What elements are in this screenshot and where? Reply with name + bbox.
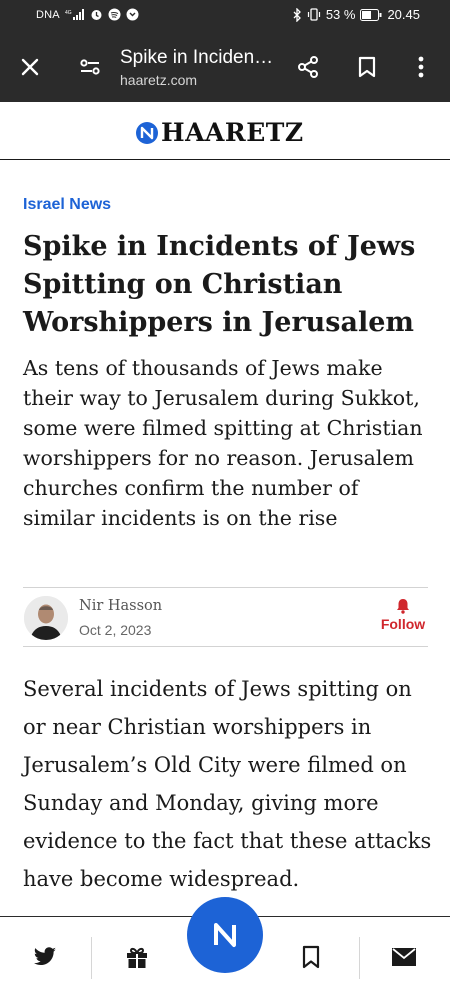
publish-date: Oct 2, 2023 (79, 622, 152, 638)
haaretz-home-button[interactable] (187, 897, 263, 973)
share-icon (298, 56, 318, 78)
page-url: haaretz.com (120, 72, 198, 88)
twitter-icon (33, 947, 56, 965)
gift-article-button[interactable] (117, 937, 157, 977)
share-button[interactable] (288, 32, 328, 102)
article-headline: Spike in Incidents of Jews Spitting on C… (23, 231, 416, 338)
bottom-action-bar (0, 897, 450, 1000)
site-header: HAARETZ (0, 102, 450, 160)
battery-percent: 53 % (325, 7, 356, 22)
svg-text:4G: 4G (65, 10, 72, 16)
bell-icon (397, 599, 409, 614)
clock: 20.45 (387, 7, 420, 22)
alarm-icon (90, 8, 103, 21)
twitter-share-button[interactable] (25, 937, 65, 977)
mail-icon (392, 948, 416, 966)
article-subheadline: As tens of thousands of Jews make their … (23, 356, 423, 530)
haaretz-logo-icon (214, 923, 236, 947)
close-icon (21, 58, 39, 76)
battery-icon (360, 8, 382, 21)
vibrate-icon (307, 8, 321, 21)
signal-icon: 4G (65, 8, 85, 21)
more-icon (418, 56, 424, 78)
more-options-button[interactable] (401, 32, 441, 102)
save-article-button[interactable] (291, 937, 331, 977)
status-bar: DNA 4G 53 % 20.45 (0, 0, 450, 32)
status-right: 53 % 20.45 (293, 7, 420, 22)
bookmark-icon (358, 56, 376, 78)
app-notification-icon (126, 8, 139, 21)
close-button[interactable] (10, 32, 50, 102)
divider (91, 937, 92, 979)
divider (359, 937, 360, 979)
bluetooth-icon (293, 7, 302, 22)
byline: Nir Hasson Oct 2, 2023 Follow (23, 587, 428, 647)
follow-button[interactable]: Follow (378, 596, 428, 640)
follow-label: Follow (380, 616, 426, 632)
carrier-name: DNA (36, 8, 60, 21)
page-title: Spike in Inciden… (120, 47, 274, 68)
page-title-area[interactable]: Spike in Inciden… haaretz.com (120, 47, 285, 88)
haaretz-logo[interactable]: HAARETZ (136, 120, 304, 145)
author-name[interactable]: Nir Hasson (79, 598, 162, 614)
browser-toolbar: Spike in Inciden… haaretz.com (0, 32, 450, 102)
status-left: DNA 4G (36, 8, 139, 21)
tune-icon (80, 59, 100, 75)
gift-icon (127, 947, 147, 968)
logo-text: HAARETZ (161, 118, 304, 147)
site-settings-button[interactable] (70, 32, 110, 102)
bookmark-icon (302, 945, 320, 969)
spotify-icon (108, 8, 121, 21)
email-share-button[interactable] (384, 937, 424, 977)
haaretz-logo-icon (136, 121, 158, 144)
section-link[interactable]: Israel News (23, 196, 111, 214)
bookmark-button[interactable] (347, 32, 387, 102)
article-body: Several incidents of Jews spitting on or… (23, 677, 432, 891)
author-avatar[interactable] (24, 596, 68, 640)
